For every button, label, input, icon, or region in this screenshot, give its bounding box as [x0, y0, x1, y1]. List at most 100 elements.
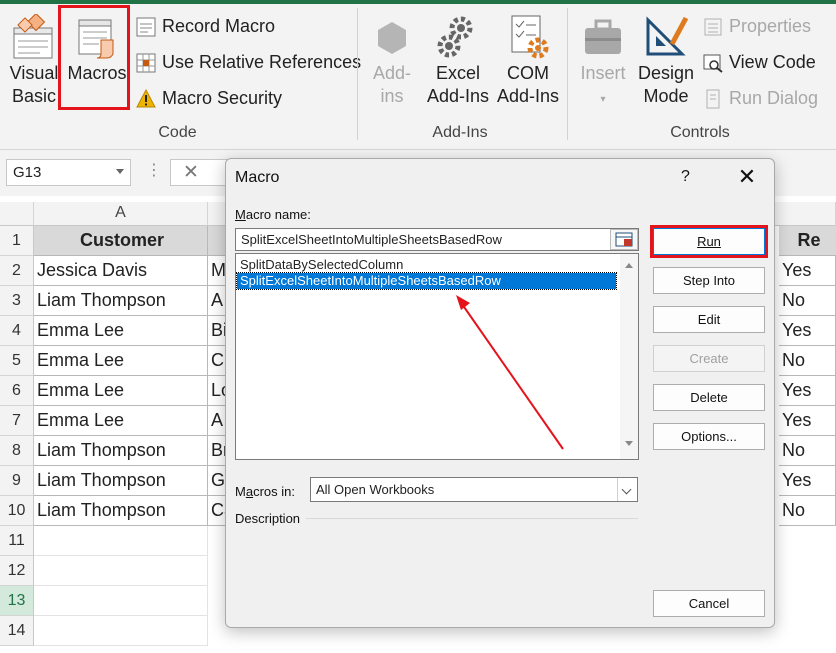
visual-basic-label-2: Basic: [11, 86, 56, 106]
header-cell-customer[interactable]: Customer: [34, 226, 208, 256]
scroll-down-icon[interactable]: [625, 441, 633, 446]
com-add-ins-button[interactable]: COM Add-Ins: [492, 14, 564, 108]
dialog-title: Macro: [235, 169, 280, 186]
macro-name-value: SplitExcelSheetIntoMultipleSheetsBasedRo…: [241, 232, 502, 247]
row-header[interactable]: 10: [0, 496, 34, 526]
delete-button[interactable]: Delete: [653, 384, 765, 411]
cell-customer[interactable]: Liam Thompson: [34, 496, 208, 526]
excel-add-ins-button[interactable]: Excel Add-Ins: [422, 14, 494, 108]
visual-basic-button[interactable]: Visual Basic: [4, 14, 64, 108]
row-header[interactable]: 2: [0, 256, 34, 286]
macros-in-value: All Open Workbooks: [316, 482, 435, 497]
options-label: Options...: [681, 429, 737, 444]
cell-customer[interactable]: Liam Thompson: [34, 466, 208, 496]
cell-right[interactable]: No: [779, 346, 836, 376]
row-header[interactable]: 4: [0, 316, 34, 346]
column-a-label: A: [115, 204, 126, 221]
macro-security-label: Macro Security: [162, 88, 283, 108]
cell-customer[interactable]: Liam Thompson: [34, 436, 208, 466]
chevron-down-icon[interactable]: [617, 478, 637, 501]
macro-list[interactable]: SplitDataBySelectedColumn SplitExcelShee…: [235, 253, 639, 460]
record-macro-button[interactable]: Record Macro: [136, 16, 275, 37]
name-box-value: G13: [13, 164, 42, 181]
run-dialog-button[interactable]: Run Dialog: [703, 88, 818, 109]
chevron-down-icon[interactable]: [116, 169, 124, 174]
row-header[interactable]: 8: [0, 436, 34, 466]
dialog-close-button[interactable]: ✕: [733, 164, 761, 190]
row-header[interactable]: 9: [0, 466, 34, 496]
ribbon-accent-line: [0, 0, 836, 4]
scroll-up-icon[interactable]: [625, 263, 633, 268]
customer-header-label: Customer: [79, 230, 164, 250]
help-button[interactable]: ?: [681, 168, 690, 186]
close-icon: ✕: [183, 162, 199, 183]
ribbon: Visual Basic Macros Record Macro Use Rel…: [0, 0, 836, 150]
description-divider: [306, 518, 638, 519]
add-ins-label-1: Add-: [372, 63, 412, 83]
com-add-ins-label-1: COM: [507, 63, 549, 83]
cell-right[interactable]: Yes: [779, 376, 836, 406]
cell-empty[interactable]: [34, 526, 208, 556]
insert-dropdown-icon: ▾: [600, 94, 606, 105]
checklist-gear-icon: [511, 15, 549, 59]
design-mode-label-2: Mode: [643, 86, 689, 106]
macro-security-button[interactable]: Macro Security: [136, 88, 282, 109]
cell-customer[interactable]: Liam Thompson: [34, 286, 208, 316]
header-cell-right[interactable]: Re: [779, 226, 836, 256]
view-code-button[interactable]: View Code: [703, 52, 816, 73]
cell-empty[interactable]: [34, 616, 208, 646]
macros-in-select[interactable]: All Open Workbooks: [310, 477, 638, 502]
view-code-label: View Code: [729, 52, 816, 72]
annotation-arrow-icon: [456, 295, 564, 450]
collapse-dialog-icon[interactable]: [610, 229, 638, 250]
row-header[interactable]: 12: [0, 556, 34, 586]
properties-button[interactable]: Properties: [703, 16, 811, 37]
cell-customer[interactable]: Emma Lee: [34, 376, 208, 406]
cell-customer[interactable]: Emma Lee: [34, 316, 208, 346]
create-button[interactable]: Create: [653, 345, 765, 372]
row-header[interactable]: 7: [0, 406, 34, 436]
macro-list-item[interactable]: SplitDataBySelectedColumn: [237, 257, 616, 273]
options-button[interactable]: Options...: [653, 423, 765, 450]
row-header[interactable]: 3: [0, 286, 34, 316]
insert-label: Insert: [580, 63, 626, 83]
step-into-button[interactable]: Step Into: [653, 267, 765, 294]
column-header-right[interactable]: [775, 202, 836, 226]
cell-empty[interactable]: [34, 586, 208, 616]
toolbox-icon: [585, 19, 621, 54]
row-header[interactable]: 6: [0, 376, 34, 406]
add-ins-icon: [378, 22, 406, 54]
cell-right[interactable]: No: [779, 286, 836, 316]
edit-button[interactable]: Edit: [653, 306, 765, 333]
macro-dialog: Macro ? ✕ Macro name: SplitExcelSheetInt…: [225, 158, 775, 628]
column-header-a[interactable]: A: [34, 202, 208, 226]
row-header[interactable]: 11: [0, 526, 34, 556]
row-header[interactable]: 14: [0, 616, 34, 646]
code-group-label: Code: [158, 124, 197, 141]
row-header[interactable]: 1: [0, 226, 34, 256]
macro-name-mnemonic: M: [235, 207, 246, 222]
row-header[interactable]: 5: [0, 346, 34, 376]
cell-customer[interactable]: Emma Lee: [34, 346, 208, 376]
design-mode-button[interactable]: Design Mode: [633, 14, 699, 108]
insert-control-button[interactable]: Insert ▾: [574, 14, 632, 111]
cell-customer[interactable]: Jessica Davis: [34, 256, 208, 286]
cell-empty[interactable]: [34, 556, 208, 586]
cancel-button[interactable]: Cancel: [653, 590, 765, 617]
cell-right[interactable]: No: [779, 496, 836, 526]
name-box[interactable]: G13: [6, 159, 131, 186]
macro-list-scrollbar[interactable]: [620, 254, 638, 459]
cell-right[interactable]: Yes: [779, 406, 836, 436]
cell-right[interactable]: Yes: [779, 316, 836, 346]
cancel-entry-button[interactable]: ✕: [170, 159, 230, 186]
add-ins-button[interactable]: Add- ins: [365, 14, 419, 108]
use-relative-references-button[interactable]: Use Relative References: [136, 52, 361, 73]
select-all-corner[interactable]: [0, 202, 34, 226]
cell-right[interactable]: Yes: [779, 256, 836, 286]
cell-customer[interactable]: Emma Lee: [34, 406, 208, 436]
cell-right[interactable]: No: [779, 436, 836, 466]
row-header[interactable]: 13: [0, 586, 34, 616]
use-relative-references-label: Use Relative References: [162, 52, 362, 72]
macro-name-input[interactable]: SplitExcelSheetIntoMultipleSheetsBasedRo…: [235, 228, 639, 251]
cell-right[interactable]: Yes: [779, 466, 836, 496]
